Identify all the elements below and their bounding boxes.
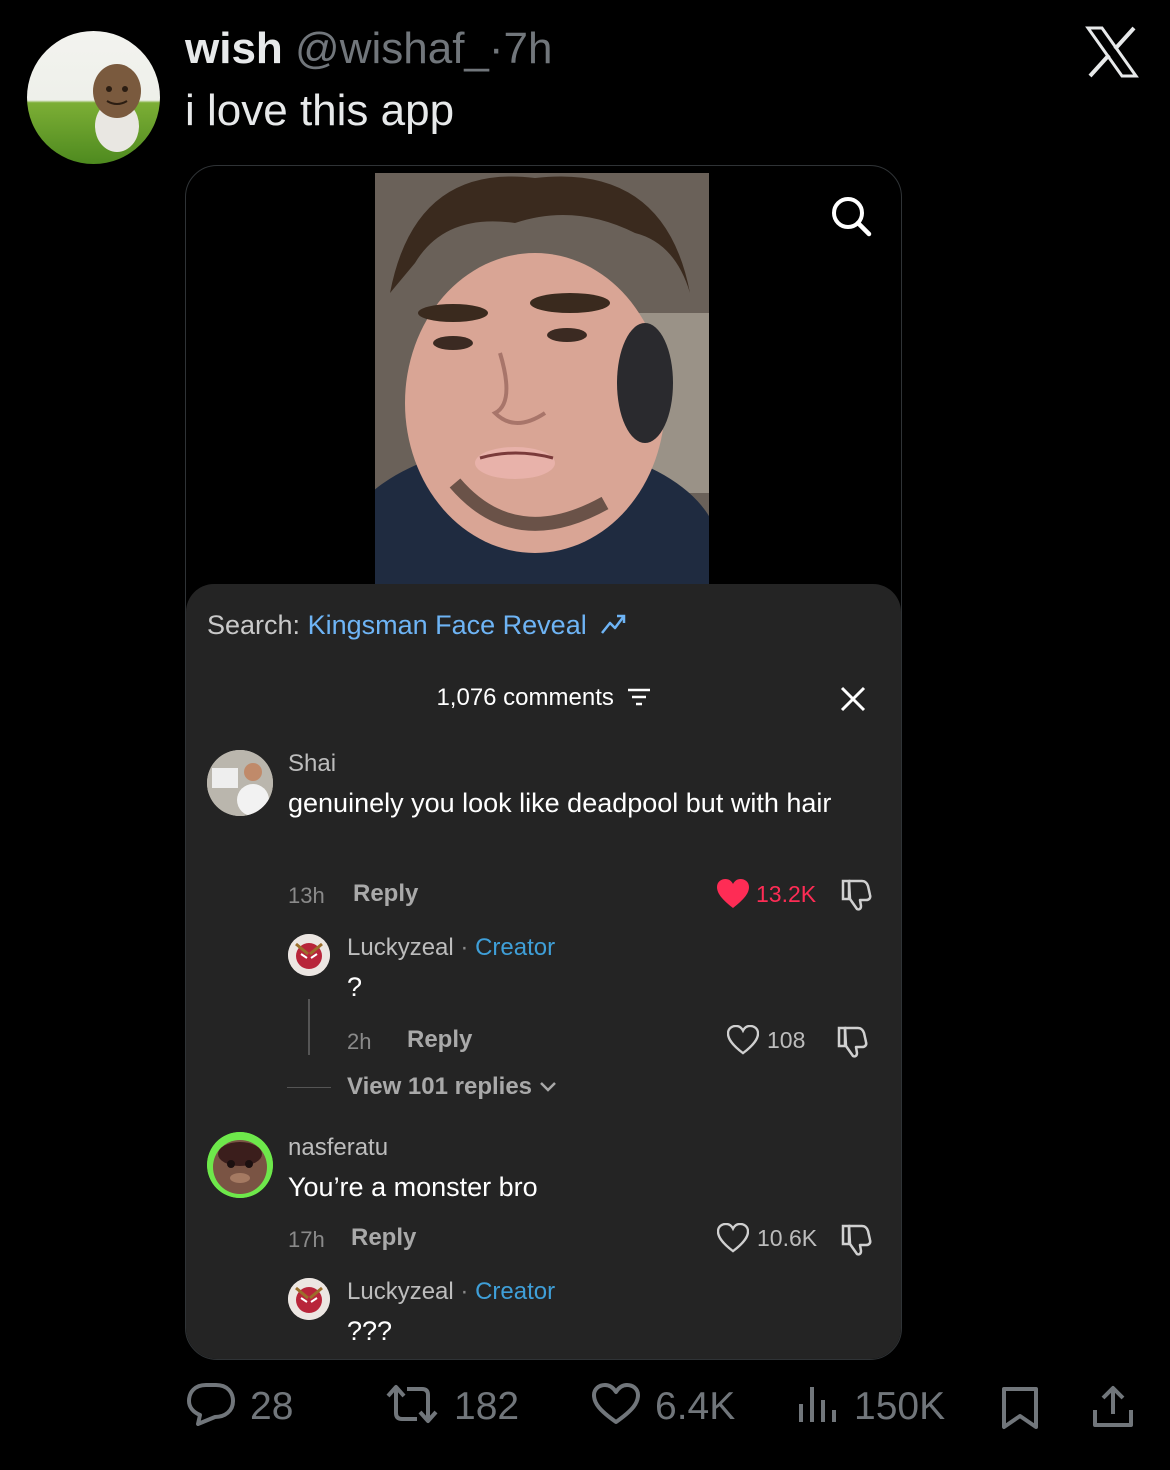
comment-time: 2h (347, 1029, 372, 1054)
like-count: 13.2K (756, 881, 817, 907)
comment-username[interactable]: Luckyzeal (347, 934, 454, 961)
repost-count: 182 (454, 1385, 520, 1428)
avatar-image (288, 1278, 330, 1320)
search-query[interactable]: Kingsman Face Reveal (308, 610, 587, 640)
comments-header: 1,076 comments (186, 684, 901, 712)
video-frame[interactable] (375, 173, 709, 584)
creator-badge: Creator (475, 934, 556, 961)
comments-count: 1,076 comments (436, 684, 614, 711)
divider (287, 1087, 331, 1088)
trending-icon (600, 611, 626, 637)
like-action[interactable]: 6.4K (591, 1382, 735, 1429)
comment-text: ??? (347, 1316, 393, 1346)
heart-icon (592, 1383, 640, 1424)
separator-dot: · (460, 1278, 469, 1305)
comment-time: 13h (288, 883, 325, 908)
avatar[interactable] (288, 934, 330, 976)
video-person-image (375, 173, 709, 584)
separator-dot: · (488, 24, 504, 73)
views-count: 150K (854, 1385, 946, 1428)
reply-username-line: Luckyzeal · Creator (347, 1278, 555, 1306)
dislike-icon[interactable] (836, 1025, 870, 1059)
search-prefix: Search: (207, 610, 301, 640)
comment-text: genuinely you look like deadpool but wit… (288, 788, 832, 818)
close-icon[interactable] (838, 684, 868, 714)
share-icon[interactable] (1091, 1384, 1135, 1430)
chevron-down-icon (539, 1082, 556, 1092)
bookmark-icon[interactable] (1000, 1386, 1040, 1430)
heart-icon[interactable] (716, 878, 750, 910)
comment-username[interactable]: nasferatu (288, 1134, 388, 1162)
tweet-text: i love this app (185, 86, 455, 135)
views-action[interactable]: 150K (796, 1382, 945, 1429)
views-icon (799, 1387, 836, 1422)
comment-text: ? (347, 972, 363, 1002)
author-line: wish @wishaf_·7h (185, 24, 553, 74)
comment-text: You’re a monster bro (288, 1172, 538, 1202)
reply-count: 28 (250, 1385, 294, 1428)
dislike-icon[interactable] (840, 1223, 874, 1257)
comments-sheet: Search: Kingsman Face Reveal 1,076 comme… (186, 584, 901, 1359)
comment-username[interactable]: Luckyzeal (347, 1278, 454, 1305)
view-replies-label: View 101 replies (347, 1073, 533, 1100)
avatar-image (207, 750, 273, 816)
like-count: 6.4K (655, 1385, 736, 1428)
avatar-image (288, 934, 330, 976)
sackboy-avatar-image (93, 64, 141, 152)
dislike-icon[interactable] (840, 878, 874, 912)
tweet-time[interactable]: 7h (504, 24, 553, 73)
reply-button[interactable]: Reply (353, 880, 418, 908)
author-handle[interactable]: @wishaf_ (295, 24, 489, 73)
reply-button[interactable]: Reply (351, 1224, 416, 1252)
author-name[interactable]: wish (185, 24, 283, 73)
comment-time: 17h (288, 1227, 325, 1252)
creator-badge: Creator (475, 1278, 556, 1305)
reply-bubble-icon (187, 1383, 235, 1426)
separator-dot: · (460, 934, 469, 961)
reply-action[interactable]: 28 (186, 1382, 293, 1429)
search-suggestion[interactable]: Search: Kingsman Face Reveal (207, 610, 626, 641)
comment-username[interactable]: Shai (288, 750, 336, 778)
repost-icon (386, 1385, 438, 1423)
author-avatar[interactable] (27, 31, 160, 164)
view-replies-button[interactable]: View 101 replies (347, 1073, 557, 1101)
search-icon[interactable] (829, 194, 873, 238)
repost-action[interactable]: 182 (384, 1382, 519, 1429)
avatar[interactable] (207, 750, 273, 816)
thread-line (308, 999, 310, 1055)
avatar[interactable] (207, 1132, 273, 1198)
filter-icon[interactable] (627, 686, 651, 708)
x-logo-icon[interactable] (1085, 26, 1139, 78)
heart-icon[interactable] (717, 1223, 749, 1253)
like-count: 10.6K (757, 1225, 818, 1251)
reply-button[interactable]: Reply (407, 1026, 472, 1054)
media-card[interactable]: Search: Kingsman Face Reveal 1,076 comme… (185, 165, 902, 1360)
avatar-image (207, 1132, 273, 1198)
avatar[interactable] (288, 1278, 330, 1320)
like-count: 108 (767, 1027, 806, 1053)
reply-username-line: Luckyzeal · Creator (347, 934, 555, 962)
heart-icon[interactable] (727, 1025, 759, 1055)
